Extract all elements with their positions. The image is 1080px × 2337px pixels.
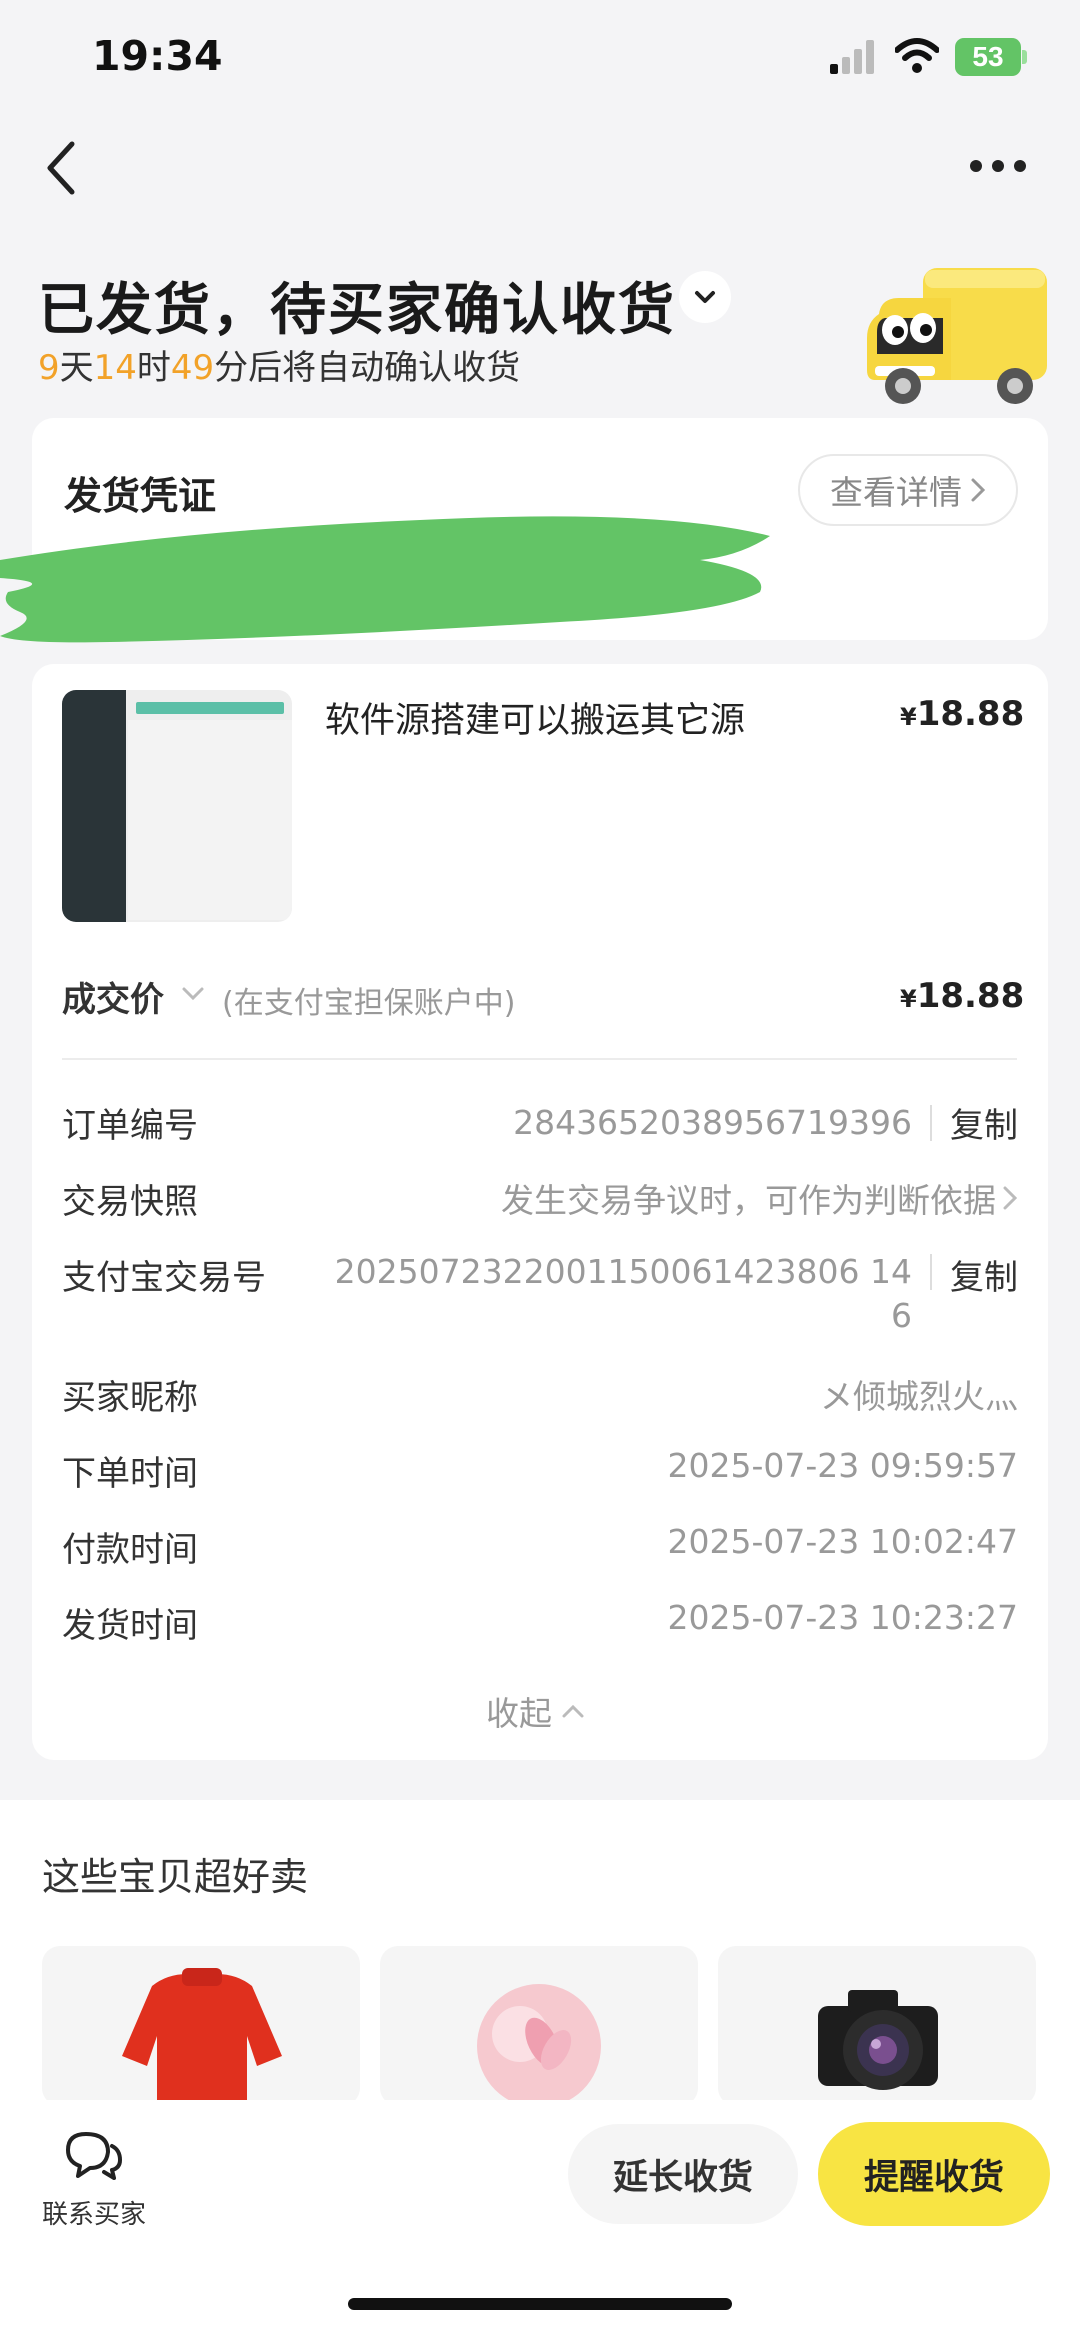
back-icon[interactable] [42, 138, 82, 198]
alipay-trade-number-value: 2025072322001150061423806 14 6 [335, 1250, 912, 1338]
product-thumbnail[interactable] [62, 690, 292, 922]
collapse-button[interactable]: 收起 [486, 1687, 586, 1735]
sweater-image [122, 1968, 282, 2106]
extend-receipt-button[interactable]: 延长收货 [568, 2124, 798, 2224]
alipay-trade-number-line1: 2025072322001150061423806 14 [334, 1252, 912, 1291]
ship-time-value: 2025-07-23 10:23:27 [667, 1598, 1018, 1637]
order-number-label: 订单编号 [62, 1106, 198, 1146]
recommend-item-sweater[interactable] [42, 1946, 360, 2106]
battery-level: 53 [972, 41, 1004, 72]
product-price-value: 18.88 [916, 694, 1025, 734]
countdown-hours: 14 [93, 348, 137, 388]
chevron-down-icon [695, 291, 715, 303]
snapshot-label: 交易快照 [62, 1182, 198, 1222]
alipay-trade-number-line2: 6 [891, 1296, 912, 1335]
collapse-label: 收起 [486, 1694, 552, 1733]
product-title[interactable]: 软件源搭建可以搬运其它源 [325, 692, 745, 743]
home-indicator[interactable] [348, 2298, 732, 2310]
contact-buyer-button[interactable]: 联系买家 [42, 2194, 146, 2231]
chevron-right-icon [971, 478, 986, 502]
order-time-label: 下单时间 [62, 1454, 198, 1494]
escrow-note: (在支付宝担保账户中) [222, 986, 516, 1021]
recommend-item-flower[interactable] [380, 1946, 698, 2106]
deal-price-label[interactable]: 成交价 [62, 972, 164, 1021]
divider [62, 1058, 1017, 1060]
countdown-suffix: 分后将自动确认收货 [214, 348, 521, 388]
chevron-up-icon [562, 1704, 584, 1718]
flower-image [477, 1984, 601, 2106]
copy-order-number-button[interactable]: 复制 [950, 1098, 1018, 1147]
recommend-title: 这些宝贝超好卖 [42, 1855, 309, 1899]
wifi-icon [895, 38, 939, 73]
order-number-value: 2843652038956719396 [513, 1103, 912, 1142]
view-details-label: 查看详情 [830, 473, 962, 512]
snapshot-row[interactable]: 发生交易争议时，可作为判断依据 [420, 1174, 1018, 1222]
order-number-row: 2843652038956719396 复制 [488, 1098, 1018, 1147]
camera-image [818, 1990, 938, 2090]
countdown-days: 9 [38, 348, 60, 388]
chevron-right-icon [1003, 1186, 1018, 1210]
ship-time-label: 发货时间 [62, 1606, 198, 1646]
remind-receipt-button[interactable]: 提醒收货 [818, 2122, 1050, 2226]
payment-time-label: 付款时间 [62, 1530, 198, 1570]
auto-confirm-countdown: 9天14时49分后将自动确认收货 [38, 340, 520, 389]
battery-cap [1022, 50, 1027, 64]
signal-icon [830, 40, 874, 74]
order-time-value: 2025-07-23 09:59:57 [667, 1446, 1018, 1485]
countdown-minutes: 49 [170, 348, 215, 388]
view-details-button[interactable]: 查看详情 [798, 454, 1018, 526]
chat-icon[interactable] [62, 2128, 124, 2182]
chevron-down-icon[interactable] [180, 984, 206, 1004]
snapshot-value: 发生交易争议时，可作为判断依据 [501, 1181, 996, 1220]
countdown-hours-unit: 时 [136, 348, 171, 388]
recommend-item-camera[interactable] [718, 1946, 1036, 2106]
deal-price-currency: ¥ [900, 985, 917, 1013]
alipay-trade-number-label: 支付宝交易号 [62, 1258, 266, 1298]
separator [930, 1254, 932, 1290]
countdown-days-unit: 天 [59, 348, 94, 388]
copy-alipay-number-button[interactable]: 复制 [950, 1250, 1018, 1299]
payment-time-value: 2025-07-23 10:02:47 [667, 1522, 1018, 1561]
status-expand-button[interactable] [679, 271, 731, 323]
deal-price-value: 18.88 [916, 976, 1025, 1016]
delivery-truck-icon [867, 268, 1047, 404]
product-price-currency: ¥ [900, 703, 917, 731]
status-time: 19:34 [92, 32, 223, 80]
buyer-nickname-label: 买家昵称 [62, 1378, 198, 1418]
buyer-nickname-value: メ倾城烈火灬 [820, 1377, 1018, 1416]
order-status-title: 已发货，待买家确认收货 [38, 278, 676, 343]
deal-price: ¥18.88 [900, 976, 1024, 1016]
more-icon[interactable] [968, 158, 1028, 174]
alipay-trade-number-row: 2025072322001150061423806 14 6 复制 [320, 1250, 1018, 1338]
battery-icon: 53 [955, 38, 1021, 76]
separator [930, 1104, 932, 1141]
redaction-scribble [0, 516, 770, 643]
product-price: ¥18.88 [900, 694, 1024, 734]
